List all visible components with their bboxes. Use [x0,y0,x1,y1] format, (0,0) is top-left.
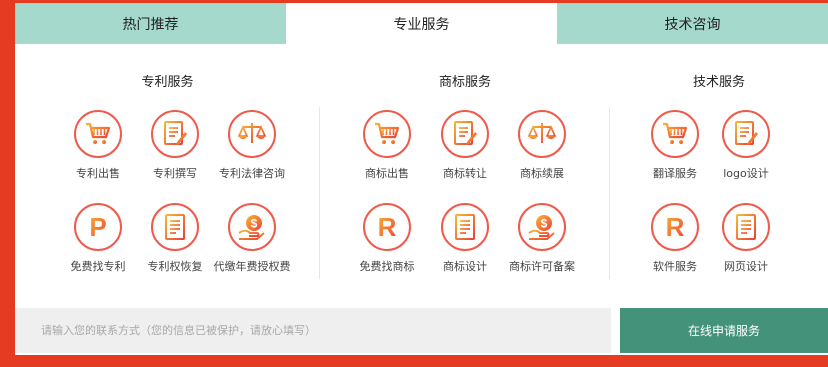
service-label: 专利权恢复 [147,260,203,273]
letter-r-icon: R [363,203,411,251]
service-item[interactable]: $ 商标许可备案 [502,203,582,274]
column-title: 商标服务 [438,75,491,90]
document-edit-icon [441,110,489,158]
service-item[interactable]: logo设计 [706,110,786,181]
service-label: 商标设计 [443,260,487,273]
service-item[interactable]: 网页设计 [706,203,786,274]
svg-text:R: R [378,213,397,241]
service-label: 翻译服务 [653,167,697,180]
service-label: 专利出售 [76,167,120,180]
service-label: 免费找商标 [359,260,415,273]
service-label: 商标出售 [365,167,409,180]
service-label: 网页设计 [724,260,768,273]
service-label: 专利撰写 [153,167,197,180]
column-title: 专利服务 [141,75,194,90]
scale-icon [228,110,276,158]
service-item[interactable]: $ 代缴年费授权费 [212,203,292,274]
service-label: 软件服务 [653,260,697,273]
service-label: 免费找专利 [70,260,126,273]
service-item[interactable]: P 免费找专利 [58,203,138,274]
letter-p-icon: P [74,203,122,251]
service-item[interactable]: 专利法律咨询 [212,110,292,181]
service-item[interactable]: R 免费找商标 [347,203,427,274]
service-item[interactable]: 专利撰写 [135,110,215,181]
scale-icon [518,110,566,158]
service-item[interactable]: R 软件服务 [635,203,715,274]
cart-icon [651,110,699,158]
coin-hand-icon: $ [518,203,566,251]
document-icon [441,203,489,251]
service-label: logo设计 [723,167,769,180]
apply-service-button[interactable]: 在线申请服务 [620,308,828,353]
tab-tech-consult[interactable]: 技术咨询 [557,3,828,44]
service-label: 代缴年费授权费 [213,260,291,273]
svg-text:$: $ [251,217,258,231]
service-item[interactable]: 翻译服务 [635,110,715,181]
service-item[interactable]: 专利出售 [58,110,138,181]
cart-icon [74,110,122,158]
service-label: 商标转让 [443,167,487,180]
tab-bar: 热门推荐 专业服务 技术咨询 [15,3,828,44]
service-item[interactable]: 专利权恢复 [135,203,215,274]
service-item[interactable]: 商标转让 [425,110,505,181]
cart-icon [363,110,411,158]
service-label: 商标续展 [520,167,564,180]
service-label: 专利法律咨询 [219,167,285,180]
letter-r-icon: R [651,203,699,251]
document-icon [722,203,770,251]
svg-text:P: P [89,213,106,241]
service-item[interactable]: 商标设计 [425,203,505,274]
document-edit-icon [722,110,770,158]
svg-text:R: R [666,213,685,241]
document-edit-icon [151,110,199,158]
service-label: 商标许可备案 [509,260,575,273]
coin-hand-icon: $ [228,203,276,251]
svg-text:$: $ [541,217,548,231]
contact-input[interactable] [15,308,611,353]
service-item[interactable]: 商标续展 [502,110,582,181]
tab-hot-recommend[interactable]: 热门推荐 [15,3,286,44]
service-item[interactable]: 商标出售 [347,110,427,181]
tab-professional-service[interactable]: 专业服务 [286,3,557,44]
column-title: 技术服务 [692,75,745,90]
document-icon [151,203,199,251]
